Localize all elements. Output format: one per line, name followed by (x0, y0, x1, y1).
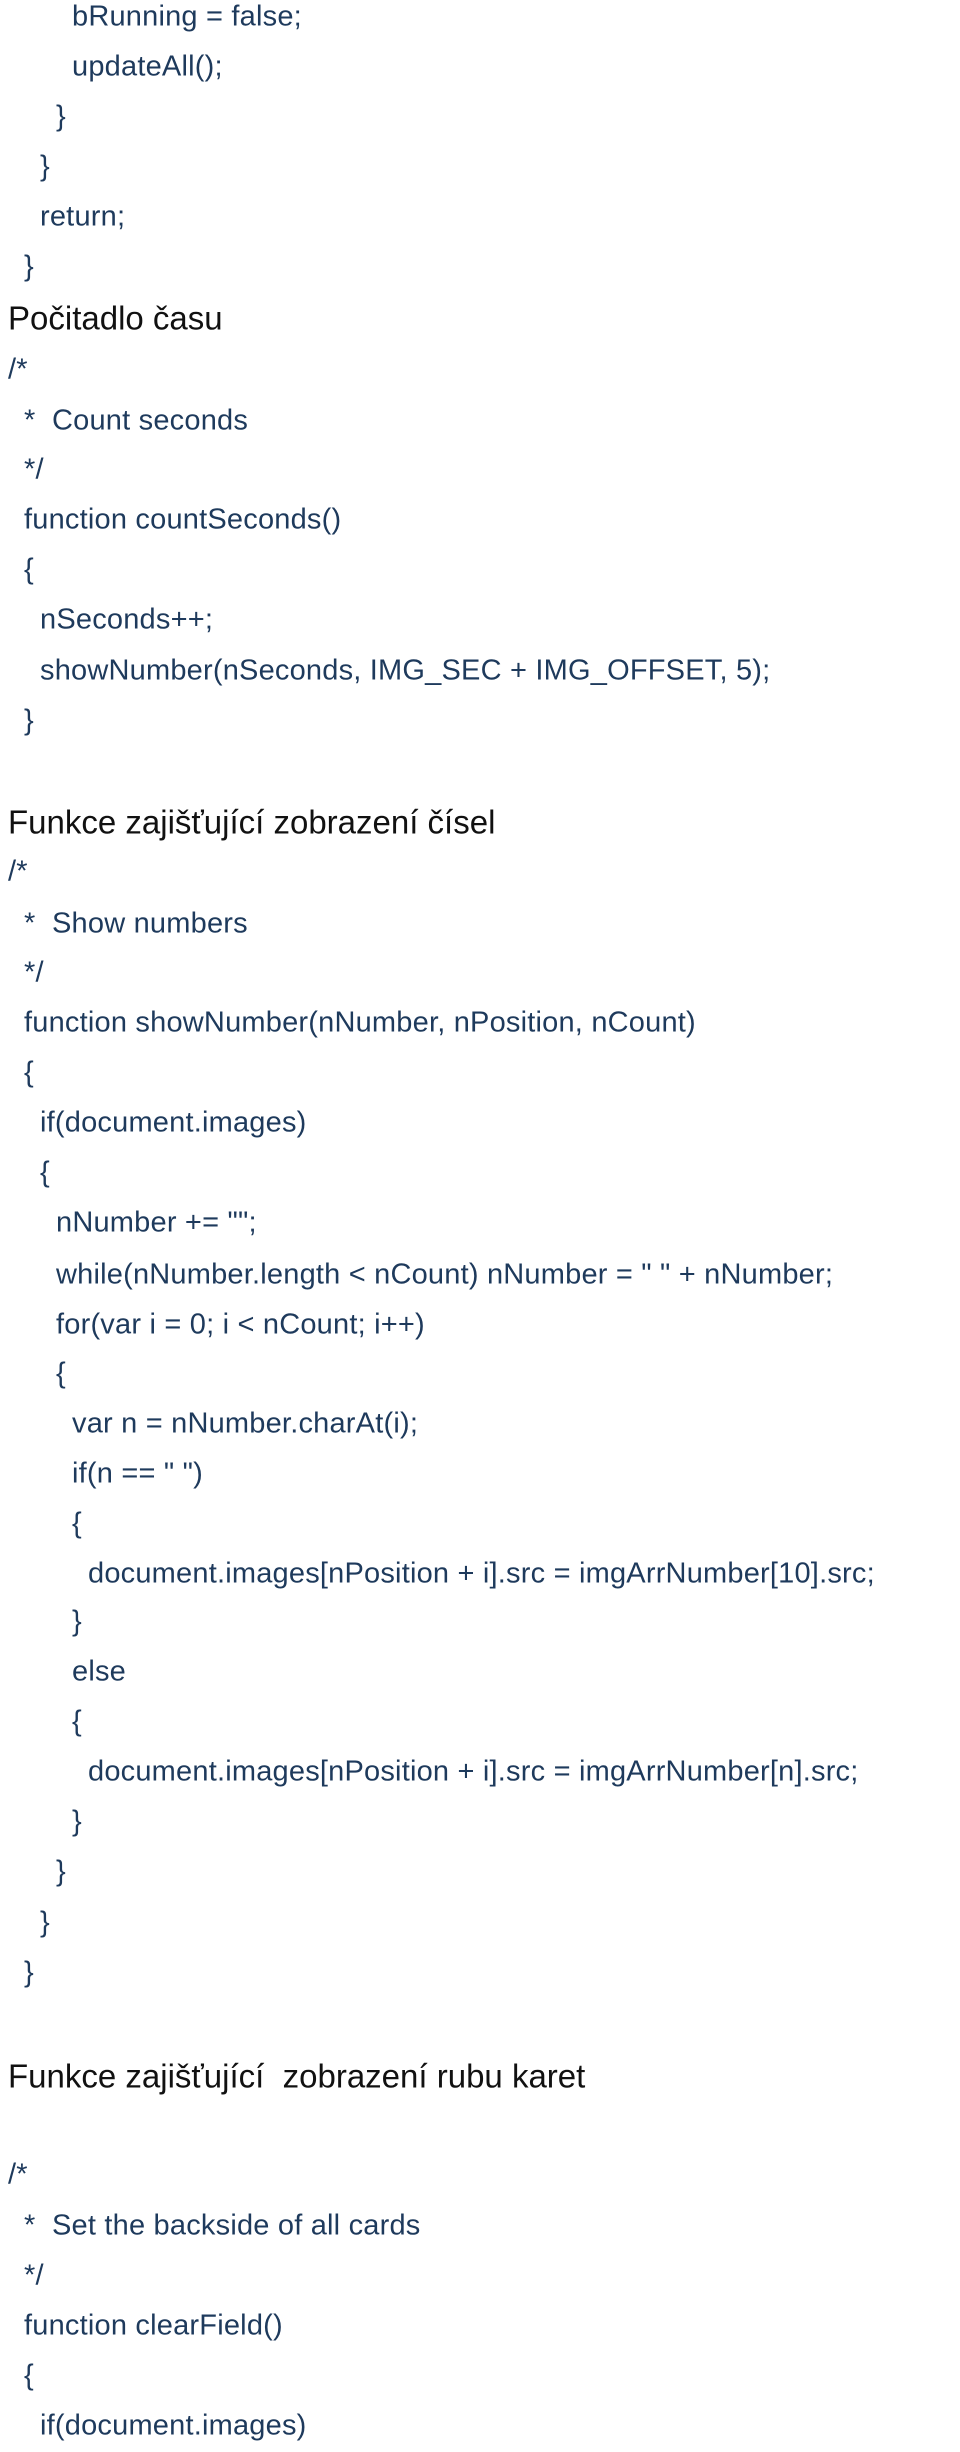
code-line: document.images[nPosition + i].src = img… (88, 1557, 875, 1590)
code-line: } (56, 100, 66, 133)
code-line: * Set the backside of all cards (24, 2209, 421, 2242)
code-line: * Count seconds (24, 404, 249, 437)
code-line: document.images[nPosition + i].src = img… (88, 1755, 859, 1788)
code-line: } (56, 1855, 66, 1888)
code-line: function showNumber(nNumber, nPosition, … (24, 1006, 696, 1039)
code-line: function countSeconds() (24, 503, 342, 536)
code-line: } (40, 150, 50, 183)
code-line: if(document.images) (40, 2409, 307, 2442)
code-line: /* (8, 353, 28, 386)
code-line: var n = nNumber.charAt(i); (72, 1407, 419, 1440)
code-line: { (72, 1507, 82, 1540)
section-heading: Funkce zajišťující zobrazení rubu karet (8, 2057, 586, 2095)
section-heading: Počitadlo času (8, 299, 223, 337)
section-heading: Funkce zajišťující zobrazení čísel (8, 803, 496, 841)
code-line: { (40, 1156, 50, 1189)
code-line: /* (8, 2158, 28, 2191)
code-line: bRunning = false; (72, 0, 302, 33)
code-line: return; (40, 200, 126, 233)
code-line: * Show numbers (24, 907, 248, 940)
code-line: else (72, 1655, 126, 1688)
code-line: */ (24, 2259, 44, 2292)
code-line: } (72, 1605, 82, 1638)
code-line: for(var i = 0; i < nCount; i++) (56, 1308, 425, 1341)
code-line: */ (24, 956, 44, 989)
code-line: } (24, 1956, 34, 1989)
code-line: */ (24, 453, 44, 486)
code-line: nNumber += ""; (56, 1206, 257, 1239)
code-line: if(n == " ") (72, 1457, 203, 1490)
code-line: updateAll(); (72, 50, 223, 83)
code-line: { (56, 1357, 66, 1390)
code-line: { (24, 2359, 34, 2392)
code-line: } (40, 1906, 50, 1939)
code-line: /* (8, 855, 28, 888)
code-line: { (24, 553, 34, 586)
code-line: { (72, 1705, 82, 1738)
code-line: nSeconds++; (40, 603, 214, 636)
code-line: showNumber(nSeconds, IMG_SEC + IMG_OFFSE… (40, 654, 771, 687)
code-line: } (24, 704, 34, 737)
code-line: } (24, 250, 34, 283)
code-line: if(document.images) (40, 1106, 307, 1139)
code-line: { (24, 1056, 34, 1089)
code-line: while(nNumber.length < nCount) nNumber =… (56, 1258, 834, 1291)
code-line: } (72, 1805, 82, 1838)
code-line: function clearField() (24, 2309, 283, 2342)
